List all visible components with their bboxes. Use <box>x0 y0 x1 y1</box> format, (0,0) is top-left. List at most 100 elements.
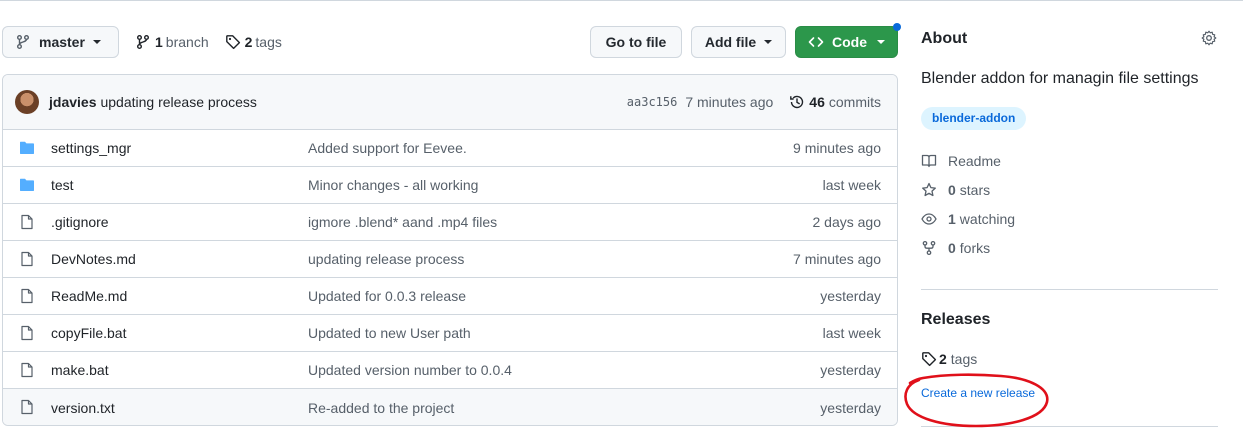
code-label: Code <box>832 34 867 50</box>
commit-count: 46 <box>809 94 825 110</box>
watching-link[interactable]: 1 watching <box>921 209 1015 229</box>
fork-icon <box>922 240 936 256</box>
add-file-label: Add file <box>704 34 757 50</box>
table-row[interactable]: test Minor changes - all working last week <box>3 167 897 204</box>
releases-tag-word: tags <box>950 351 978 367</box>
git-branch-icon <box>137 35 149 49</box>
tag-word: tags <box>255 34 282 50</box>
file-icon <box>19 214 35 230</box>
chevron-down-icon <box>92 40 101 44</box>
file-commit-age: last week <box>822 325 881 341</box>
commit-time: 7 minutes ago <box>685 94 774 110</box>
stars-link[interactable]: 0 stars <box>921 180 990 200</box>
star-icon <box>922 182 936 197</box>
branch-name: master <box>39 34 85 50</box>
file-name[interactable]: version.txt <box>51 400 115 416</box>
file-commit-message[interactable]: Updated to new User path <box>308 325 471 341</box>
commit-message[interactable]: updating release process <box>100 94 256 110</box>
file-commit-message[interactable]: updating release process <box>308 251 464 267</box>
table-row[interactable]: settings_mgr Added support for Eevee. 9 mi… <box>3 130 897 167</box>
file-icon <box>19 325 35 341</box>
repo-toolbar: master 1 branch 2 tags Go to file Add fi… <box>2 23 901 58</box>
folder-icon <box>19 177 35 193</box>
commits-history-link[interactable]: 46 commits <box>789 94 881 110</box>
forks-word: forks <box>959 240 991 256</box>
tag-icon <box>922 352 937 367</box>
repo-sidebar: About Blender addon for managin file set… <box>921 0 1218 432</box>
file-commit-message[interactable]: Updated version number to 0.0.4 <box>308 362 512 378</box>
file-commit-message[interactable]: igmore .blend* aand .mp4 files <box>308 214 497 230</box>
forks-count: 0 <box>948 240 956 256</box>
file-commit-age: yesterday <box>820 362 881 378</box>
file-name[interactable]: copyFile.bat <box>51 325 126 341</box>
table-row[interactable]: DevNotes.md updating release process 7 min… <box>3 241 897 278</box>
forks-link[interactable]: 0 forks <box>921 238 990 258</box>
file-commit-age: yesterday <box>820 400 881 416</box>
branch-count: 1 <box>155 34 163 50</box>
file-name[interactable]: DevNotes.md <box>51 251 136 267</box>
sidebar-divider <box>921 289 1218 290</box>
book-icon <box>921 154 937 168</box>
chevron-down-icon <box>877 40 885 44</box>
history-icon <box>790 95 804 109</box>
commit-sha[interactable]: aa3c156 <box>627 95 678 109</box>
folder-icon <box>19 140 35 156</box>
create-release-link[interactable]: Create a new release <box>921 386 1035 400</box>
table-row[interactable]: version.txt Re-added to the project yester… <box>3 389 897 425</box>
file-icon <box>19 251 35 267</box>
tag-icon <box>225 35 240 50</box>
file-commit-message[interactable]: Updated for 0.0.3 release <box>308 288 466 304</box>
table-row[interactable]: ReadMe.md Updated for 0.0.3 release yester… <box>3 278 897 315</box>
file-commit-age: 9 minutes ago <box>793 140 881 156</box>
file-name[interactable]: test <box>51 177 74 193</box>
file-name[interactable]: settings_mgr <box>51 140 131 156</box>
file-commit-message[interactable]: Re-added to the project <box>308 400 454 416</box>
git-branch-icon <box>17 35 29 49</box>
topic-tag[interactable]: blender-addon <box>921 107 1027 130</box>
file-icon <box>19 288 35 304</box>
add-file-button[interactable]: Add file <box>691 26 786 58</box>
readme-label: Readme <box>948 153 1001 169</box>
commit-count-word: commits <box>828 94 881 110</box>
table-row[interactable]: make.bat Updated version number to 0.0.4 y… <box>3 352 897 389</box>
code-icon <box>808 37 824 47</box>
watching-word: watching <box>959 211 1016 227</box>
go-to-file-button[interactable]: Go to file <box>590 26 682 58</box>
commit-author[interactable]: jdavies <box>49 94 96 110</box>
about-heading: About <box>921 30 968 47</box>
file-commit-message[interactable]: Added support for Eevee. <box>308 140 467 156</box>
file-commit-age: yesterday <box>820 288 881 304</box>
file-name[interactable]: .gitignore <box>51 214 109 230</box>
file-icon <box>19 362 35 378</box>
code-button[interactable]: Code <box>795 23 901 58</box>
gear-icon[interactable] <box>1201 30 1217 46</box>
sidebar-divider <box>921 426 1218 427</box>
releases-tags-link[interactable]: 2 tags <box>921 349 977 369</box>
releases-tag-count: 2 <box>939 351 947 367</box>
file-browser: jdavies updating release process aa3c156… <box>2 74 898 426</box>
table-row[interactable]: .gitignore igmore .blend* aand .mp4 files… <box>3 204 897 241</box>
file-name[interactable]: ReadMe.md <box>51 288 127 304</box>
branch-select-button[interactable]: master <box>2 26 119 58</box>
notification-dot <box>893 23 901 31</box>
tag-count: 2 <box>244 34 253 50</box>
branches-link[interactable]: 1 branch <box>135 34 209 50</box>
chevron-down-icon <box>764 40 773 44</box>
stars-count: 0 <box>948 182 956 198</box>
stars-word: stars <box>959 182 991 198</box>
branch-word: branch <box>165 34 209 50</box>
avatar[interactable] <box>15 90 39 114</box>
releases-heading[interactable]: Releases <box>921 311 990 329</box>
table-row[interactable]: copyFile.bat Updated to new User path last… <box>3 315 897 352</box>
file-name[interactable]: make.bat <box>51 362 109 378</box>
repo-description: Blender addon for managin file settings <box>921 70 1199 87</box>
latest-commit-bar: jdavies updating release process aa3c156… <box>3 75 897 130</box>
tags-link[interactable]: 2 tags <box>225 34 282 50</box>
file-commit-age: last week <box>822 177 881 193</box>
file-list: settings_mgr Added support for Eevee. 9 mi… <box>3 130 897 425</box>
readme-link[interactable]: Readme <box>921 151 1001 171</box>
file-commit-age: 2 days ago <box>812 214 882 230</box>
file-commit-message[interactable]: Minor changes - all working <box>308 177 478 193</box>
eye-icon <box>921 213 937 225</box>
file-commit-age: 7 minutes ago <box>793 251 881 267</box>
